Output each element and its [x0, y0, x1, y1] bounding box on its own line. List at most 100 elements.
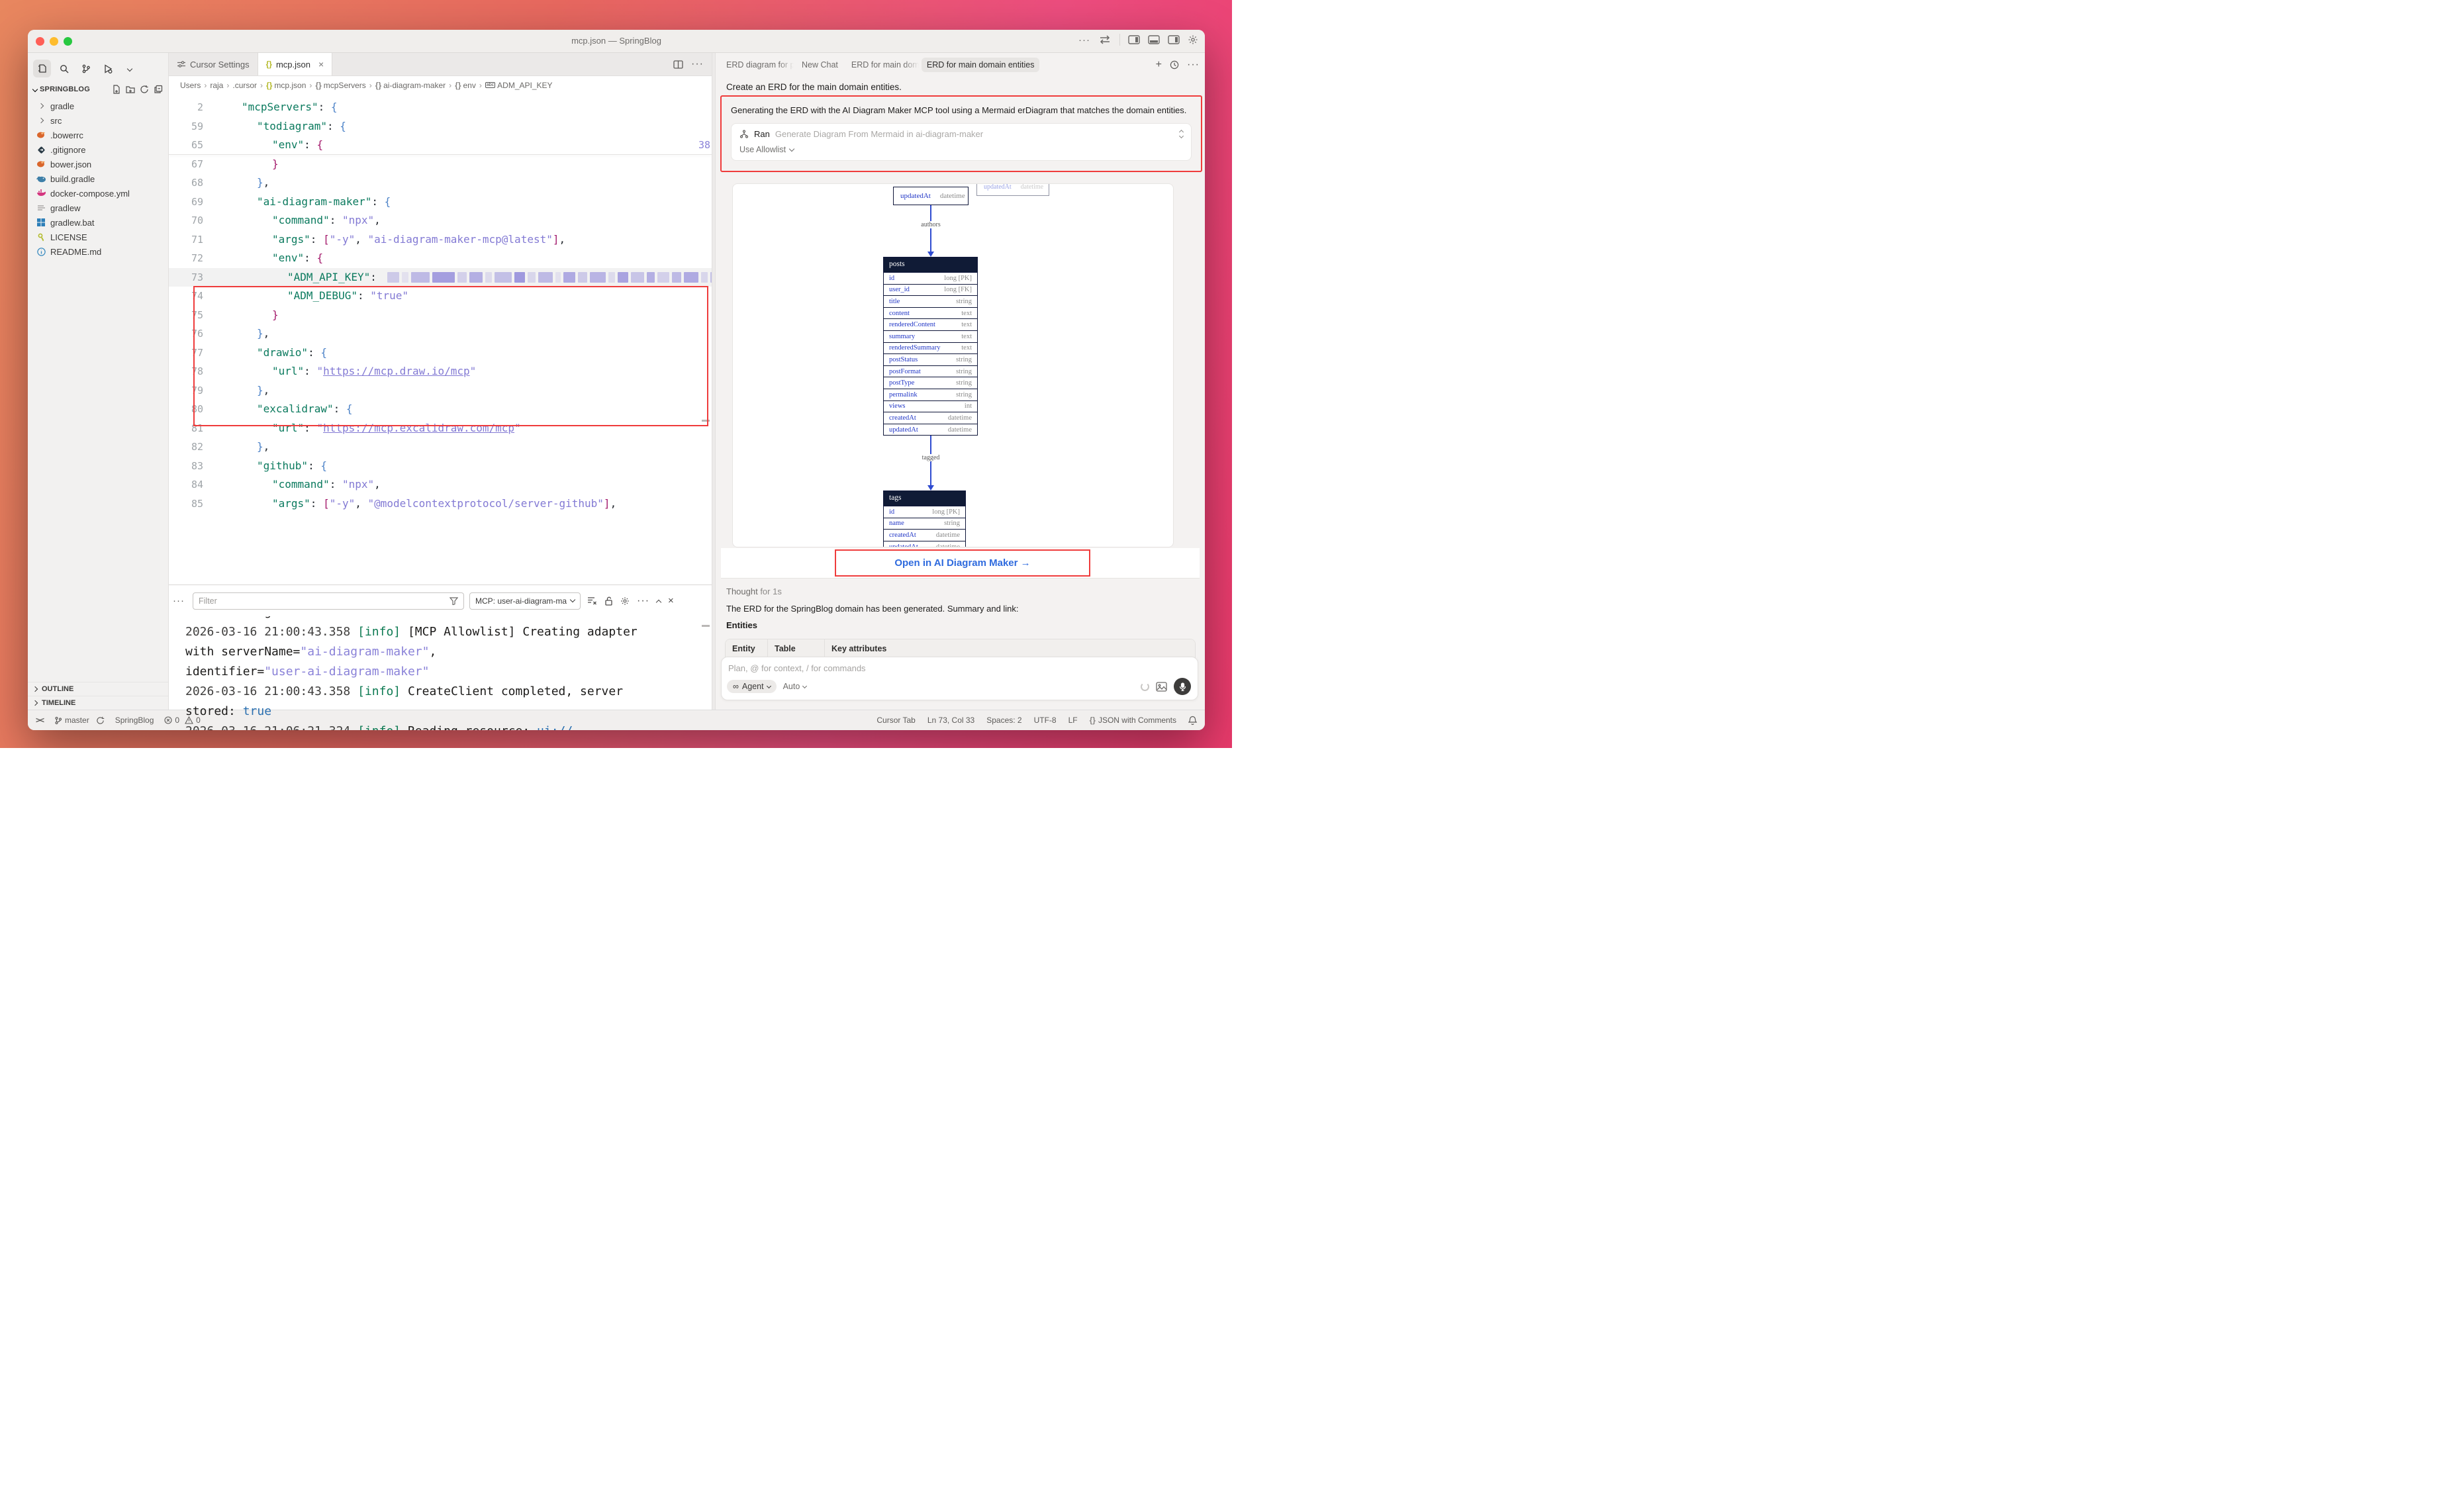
status-item-Ln 73, Col 33[interactable]: Ln 73, Col 33	[927, 716, 974, 725]
tree-item-build.gradle[interactable]: build.gradle	[28, 171, 168, 186]
erd-field-row: user_idlong [FK]	[884, 284, 977, 296]
error-icon	[164, 716, 172, 724]
agent-mode-dropdown[interactable]: ∞ Agent	[727, 680, 777, 693]
output-filter-input[interactable]: Filter	[193, 592, 464, 610]
voice-input-button[interactable]	[1174, 678, 1191, 695]
breadcrumb-item-raja[interactable]: raja	[210, 81, 223, 90]
scrollbar-mark[interactable]	[702, 420, 710, 422]
erd-edge-authors-label: authors	[919, 221, 942, 228]
tree-item-gradle[interactable]: gradle	[28, 99, 168, 113]
chat-more-icon[interactable]: ···	[1187, 59, 1200, 71]
collapse-all-icon[interactable]	[154, 85, 163, 94]
panel-more-icon[interactable]: ···	[173, 595, 185, 606]
new-chat-plus-icon[interactable]: +	[1156, 59, 1162, 71]
tree-item-docker-compose.yml[interactable]: docker-compose.yml	[28, 186, 168, 201]
erd-field-row: renderedContenttext	[884, 318, 977, 330]
tab-mcp-json[interactable]: {} mcp.json ×	[258, 53, 333, 75]
code-editor[interactable]: 2"mcpServers": {59"todiagram": {6538"env…	[169, 94, 712, 584]
breadcrumb[interactable]: Users›raja›.cursor›{}mcp.json›{}mcpServe…	[169, 76, 712, 94]
chat-tab-ERD for main domain entities[interactable]: ERD for main domain entities	[922, 58, 1040, 72]
notifications-bell-icon[interactable]	[1188, 716, 1197, 725]
maximize-panel-chevron-icon[interactable]	[656, 599, 661, 604]
model-dropdown[interactable]: Auto	[783, 682, 807, 691]
toggle-layout-icon[interactable]	[1098, 35, 1112, 44]
new-file-icon[interactable]	[112, 85, 121, 94]
breadcrumb-item-mcp.json[interactable]: {}mcp.json	[266, 81, 306, 90]
history-clock-icon[interactable]	[1170, 60, 1179, 70]
tree-item-gradlew[interactable]: gradlew	[28, 201, 168, 215]
chat-tab-New Chat[interactable]: New Chat	[796, 58, 843, 72]
breadcrumb-item-Users[interactable]: Users	[180, 81, 201, 90]
run-debug-icon[interactable]	[99, 60, 117, 77]
settings-sliders-icon	[177, 60, 186, 68]
panel-overflow-icon[interactable]: ···	[637, 595, 649, 607]
erd-field-row: postStatusstring	[884, 353, 977, 365]
git-branch-item[interactable]: master	[54, 716, 105, 725]
erd-diagram-card[interactable]: updatedAtdatetime updatedAtdatetime auth…	[732, 183, 1174, 547]
chat-input[interactable]: Plan, @ for context, / for commands ∞ Ag…	[721, 657, 1198, 700]
chat-input-placeholder: Plan, @ for context, / for commands	[728, 663, 1191, 673]
collapse-root-chevron-icon[interactable]	[32, 87, 38, 92]
toggle-panel-icon[interactable]	[1148, 35, 1160, 44]
output-scrollbar-mark[interactable]	[702, 625, 710, 627]
status-item-UTF-8[interactable]: UTF-8	[1034, 716, 1057, 725]
json-icon: {}	[266, 60, 272, 69]
explorer-icon[interactable]	[33, 60, 51, 77]
open-in-ai-diagram-maker-link[interactable]: Open in AI Diagram Maker →	[894, 557, 1030, 569]
chat-tab-ERD diagram for p[interactable]: ERD diagram for p	[721, 58, 794, 72]
outline-section[interactable]: OUTLINE	[28, 682, 168, 696]
status-item-Spaces: 2[interactable]: Spaces: 2	[986, 716, 1021, 725]
code-line-75: 75}	[169, 306, 712, 325]
project-root-label[interactable]: SPRINGBLOG	[40, 85, 90, 93]
source-control-icon[interactable]	[77, 60, 95, 77]
tool-name: Generate Diagram From Mermaid in ai-diag…	[775, 129, 983, 139]
tab-cursor-settings[interactable]: Cursor Settings	[169, 53, 258, 75]
more-actions-icon[interactable]: ···	[1078, 34, 1090, 46]
user-message: Create an ERD for the main domain entiti…	[726, 82, 1196, 92]
breadcrumb-separator: ›	[226, 81, 229, 90]
use-allowlist-dropdown[interactable]: Use Allowlist	[739, 145, 1183, 154]
remote-indicator[interactable]: ><	[36, 716, 44, 725]
close-tab-icon[interactable]: ×	[318, 59, 324, 70]
refresh-icon[interactable]	[140, 85, 149, 94]
breadcrumb-item-env[interactable]: {}env	[455, 81, 476, 90]
gradle-file-icon	[36, 173, 46, 184]
tool-call-card[interactable]: Ran Generate Diagram From Mermaid in ai-…	[731, 123, 1192, 161]
breadcrumb-item-ai-diagram-maker[interactable]: {}ai-diagram-maker	[375, 81, 446, 90]
tree-item-README.md[interactable]: README.md	[28, 244, 168, 259]
editor-group: Cursor Settings {} mcp.json × ··· Users ›…	[169, 53, 712, 710]
project-name-item[interactable]: SpringBlog	[115, 716, 154, 725]
timeline-section[interactable]: TIMELINE	[28, 696, 168, 710]
breadcrumb-item-ADM_API_KEY[interactable]: abcADM_API_KEY	[485, 81, 553, 90]
close-panel-icon[interactable]: ×	[668, 595, 674, 606]
new-folder-icon[interactable]	[126, 85, 135, 94]
toggle-primary-sidebar-icon[interactable]	[1128, 35, 1140, 44]
more-views-chevron-icon[interactable]	[120, 60, 138, 77]
tree-item-bower.json[interactable]: bower.json	[28, 157, 168, 171]
attach-image-icon[interactable]	[1156, 682, 1167, 692]
file-label: .gitignore	[50, 145, 85, 155]
unlock-icon[interactable]	[604, 596, 613, 606]
thought-duration[interactable]: Thought for 1s	[726, 586, 782, 596]
tree-item-.bowerrc[interactable]: .bowerrc	[28, 128, 168, 142]
expand-collapse-icon[interactable]	[1180, 130, 1183, 138]
search-icon[interactable]	[55, 60, 73, 77]
chat-tab-ERD for main dom[interactable]: ERD for main dom	[846, 58, 919, 72]
json-mode-item[interactable]: {} JSON with Comments	[1090, 716, 1176, 725]
settings-gear-icon[interactable]	[1188, 34, 1198, 45]
output-channel-select[interactable]: MCP: user-ai-diagram-ma	[469, 592, 581, 610]
breadcrumb-item-mcpServers[interactable]: {}mcpServers	[315, 81, 365, 90]
clear-output-icon[interactable]	[587, 596, 597, 605]
erd-edge-authors	[930, 205, 931, 253]
breadcrumb-item-.cursor[interactable]: .cursor	[232, 81, 257, 90]
status-item-Cursor Tab[interactable]: Cursor Tab	[877, 716, 915, 725]
output-settings-gear-icon[interactable]	[620, 596, 630, 606]
split-editor-icon[interactable]	[673, 60, 683, 69]
tree-item-.gitignore[interactable]: .gitignore	[28, 142, 168, 157]
tree-item-src[interactable]: src	[28, 113, 168, 128]
tree-item-gradlew.bat[interactable]: gradlew.bat	[28, 215, 168, 230]
status-item-LF[interactable]: LF	[1068, 716, 1078, 725]
tree-item-LICENSE[interactable]: LICENSE	[28, 230, 168, 244]
toggle-secondary-sidebar-icon[interactable]	[1168, 35, 1180, 44]
editor-more-actions-icon[interactable]: ···	[691, 58, 704, 70]
